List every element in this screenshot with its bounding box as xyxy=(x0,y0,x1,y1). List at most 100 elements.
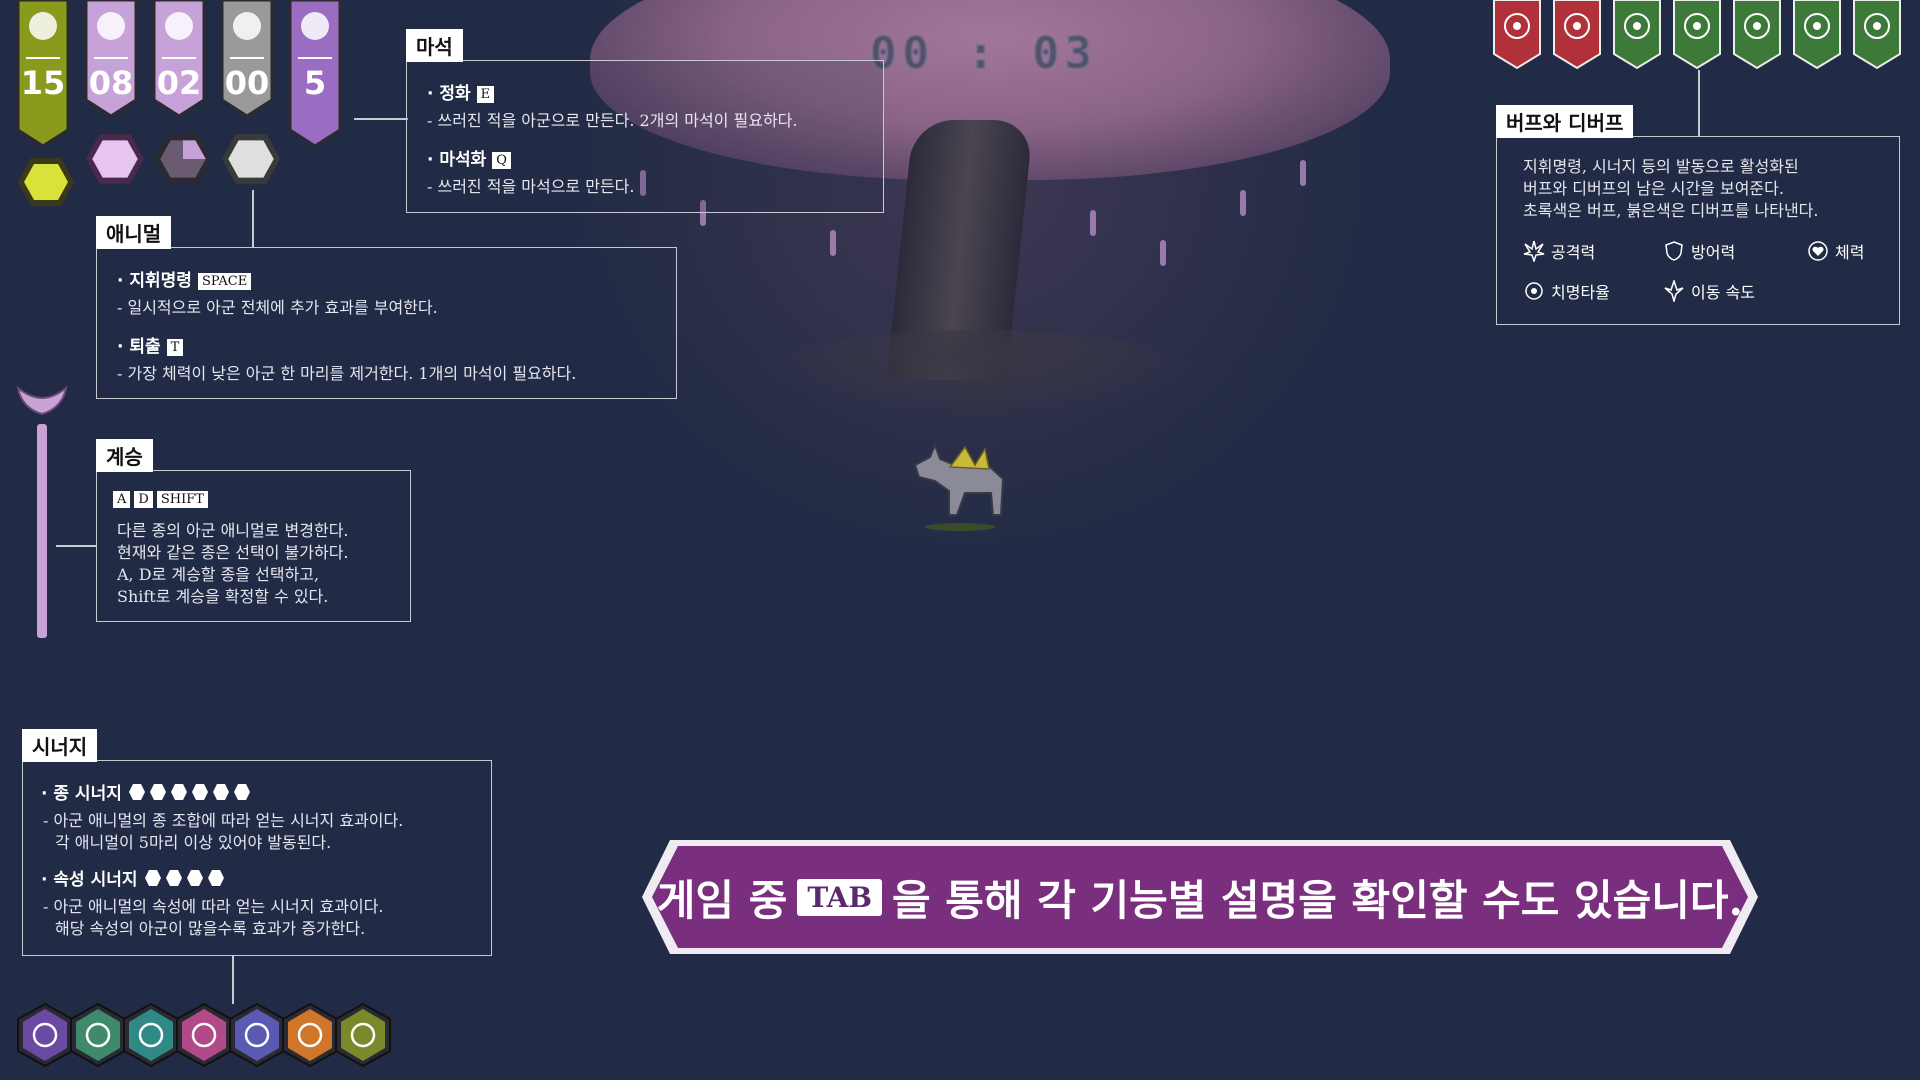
purify-label: · 정화 xyxy=(427,84,471,104)
gold-gem-icon xyxy=(18,158,74,206)
dismiss-desc: - 가장 체력이 낮은 아군 한 마리를 제거한다. 1개의 마석이 필요하다. xyxy=(117,364,577,383)
hanging-crystal xyxy=(1090,210,1096,236)
attribute-synergy-icons xyxy=(144,869,225,887)
target-icon xyxy=(191,783,208,800)
banner-value: 15 xyxy=(20,64,66,102)
crit-icon xyxy=(1492,0,1542,70)
inherit-line: A, D로 계승할 종을 선택하고, xyxy=(117,565,320,584)
species-synergy-icons xyxy=(128,783,251,801)
legend-label: 치명타율 xyxy=(1551,283,1610,302)
banner-value: 02 xyxy=(156,64,202,102)
legend-attack: 공격력 xyxy=(1523,239,1595,263)
legend-health: 체력 xyxy=(1807,239,1864,263)
tab-hint-banner: 게임 중 TAB 을 통해 각 기능별 설명을 확인할 수도 있습니다. xyxy=(640,838,1760,956)
connector-line xyxy=(252,190,254,248)
pink-banner-1: 08 xyxy=(84,0,138,120)
panel-title: 시너지 xyxy=(22,729,98,762)
game-timer: 00 : 03 xyxy=(869,27,1098,80)
eye-icon[interactable] xyxy=(69,1002,127,1068)
synergy-panel: 시너지 · 종 시너지 - 아군 애니멀의 종 조합에 따라 얻는 시너지 효과… xyxy=(22,729,492,956)
mana-stone-panel: 마석 · 정화 E - 쓰러진 적을 아군으로 만든다. 2개의 마석이 필요하다… xyxy=(406,29,884,213)
buff-line: 초록색은 버프, 붉은색은 디버프를 나타낸다. xyxy=(1523,201,1819,220)
fang-icon xyxy=(149,783,166,800)
tab-hint-after: 을 통해 각 기능별 설명을 확인할 수도 있습니다. xyxy=(892,875,1744,925)
connector-line xyxy=(1698,70,1700,136)
hanging-crystal xyxy=(830,230,836,256)
wolf-player-sprite[interactable] xyxy=(905,435,1015,535)
crit-icon xyxy=(1672,0,1722,70)
attribute-synergy-desc: - 아군 애니멀의 속성에 따라 얻는 시너지 효과이다. xyxy=(43,897,384,916)
spiral-icon xyxy=(212,783,229,800)
key-a: A xyxy=(113,491,131,508)
command-desc: - 일시적으로 아군 전체에 추가 효과를 부여한다. xyxy=(117,298,438,317)
tab-hint-before: 게임 중 xyxy=(656,875,788,925)
inherit-gauge xyxy=(37,424,47,638)
leaf-icon[interactable] xyxy=(334,1002,392,1068)
legend-defense: 방어력 xyxy=(1663,239,1735,263)
health-icon xyxy=(1792,0,1842,70)
attack-icon xyxy=(1612,0,1662,70)
petrify-key: Q xyxy=(492,152,511,169)
attribute-icon xyxy=(144,869,161,886)
purify-desc: - 쓰러진 적을 아군으로 만든다. 2개의 마석이 필요하다. xyxy=(427,111,798,130)
legend-label: 공격력 xyxy=(1551,243,1596,262)
buff-panel: 버프와 디버프 지휘명령, 시너지 등의 발동으로 활성화된 버프와 디버프의 … xyxy=(1496,105,1900,325)
hanging-crystal xyxy=(1300,160,1306,186)
buff-line: 버프와 디버프의 남은 시간을 보여준다. xyxy=(1523,179,1784,198)
gray-banner: 00 xyxy=(220,0,274,120)
wing-emblem-icon xyxy=(16,385,68,416)
spiral-icon[interactable] xyxy=(228,1002,286,1068)
legend-speed: 이동 속도 xyxy=(1663,279,1755,303)
banner-value: 5 xyxy=(303,64,327,102)
species-synergy-label: · 종 시너지 xyxy=(41,784,122,804)
connector-line xyxy=(56,545,96,547)
inherit-line: 현재와 같은 종은 선택이 불가하다. xyxy=(117,543,349,562)
speed-icon xyxy=(1732,0,1782,70)
dna-icon[interactable] xyxy=(16,1002,74,1068)
panel-title: 계승 xyxy=(96,439,153,472)
attribute-icon xyxy=(186,869,203,886)
command-label: · 지휘명령 xyxy=(117,271,192,291)
purify-key: E xyxy=(476,86,495,103)
target-icon[interactable] xyxy=(122,1002,180,1068)
legend-label: 이동 속도 xyxy=(1691,283,1755,302)
health-icon xyxy=(1808,241,1828,261)
fang-icon[interactable] xyxy=(175,1002,233,1068)
banner-value: 00 xyxy=(224,64,270,102)
pink-banner-2: 02 xyxy=(152,0,206,120)
defense-icon xyxy=(1665,241,1683,261)
inherit-line: 다른 종의 아군 애니멀로 변경한다. xyxy=(117,521,349,540)
attribute-icon xyxy=(165,869,182,886)
panel-title: 마석 xyxy=(406,29,463,62)
inherit-panel: 계승 A D SHIFT 다른 종의 아군 애니멀로 변경한다. 현재와 같은 종은… xyxy=(96,439,411,622)
dismiss-label: · 퇴출 xyxy=(117,337,161,357)
animal-panel: 애니멀 · 지휘명령 SPACE - 일시적으로 아군 전체에 추가 효과를 부여… xyxy=(96,216,677,399)
speed-icon xyxy=(1664,280,1684,302)
panel-title: 버프와 디버프 xyxy=(1496,105,1634,138)
petrify-label: · 마석화 xyxy=(427,150,487,170)
flame-icon[interactable] xyxy=(281,1002,339,1068)
species-synergy-desc: - 아군 애니멀의 종 조합에 따라 얻는 시너지 효과이다. xyxy=(43,811,404,830)
attack-icon xyxy=(1552,0,1602,70)
hanging-crystal xyxy=(1160,240,1166,266)
key-shift: SHIFT xyxy=(156,491,208,508)
buff-line: 지휘명령, 시너지 등의 발동으로 활성화된 xyxy=(1523,157,1799,176)
crit-icon xyxy=(1525,282,1543,300)
hanging-crystal xyxy=(1240,190,1246,216)
attribute-synergy-label: · 속성 시너지 xyxy=(41,870,138,890)
dismiss-key: T xyxy=(166,339,184,356)
pink-gem-icon xyxy=(86,134,144,184)
banner-value: 08 xyxy=(88,64,134,102)
petrify-desc: - 쓰러진 적을 마석으로 만든다. xyxy=(427,177,635,196)
flame-icon xyxy=(233,783,250,800)
species-synergy-desc: 각 애니멀이 5마리 이상 있어야 발동된다. xyxy=(55,833,332,852)
inherit-line: Shift로 계승을 확정할 수 있다. xyxy=(117,587,329,606)
tree-roots xyxy=(760,330,1200,420)
dark-gem-icon xyxy=(154,134,212,184)
purple-banner: 5 xyxy=(288,0,342,150)
connector-line xyxy=(354,118,408,120)
defense-icon xyxy=(1852,0,1902,70)
connector-line xyxy=(232,956,234,1004)
silver-gem-icon xyxy=(222,134,280,184)
gold-banner: 15 xyxy=(16,0,70,150)
